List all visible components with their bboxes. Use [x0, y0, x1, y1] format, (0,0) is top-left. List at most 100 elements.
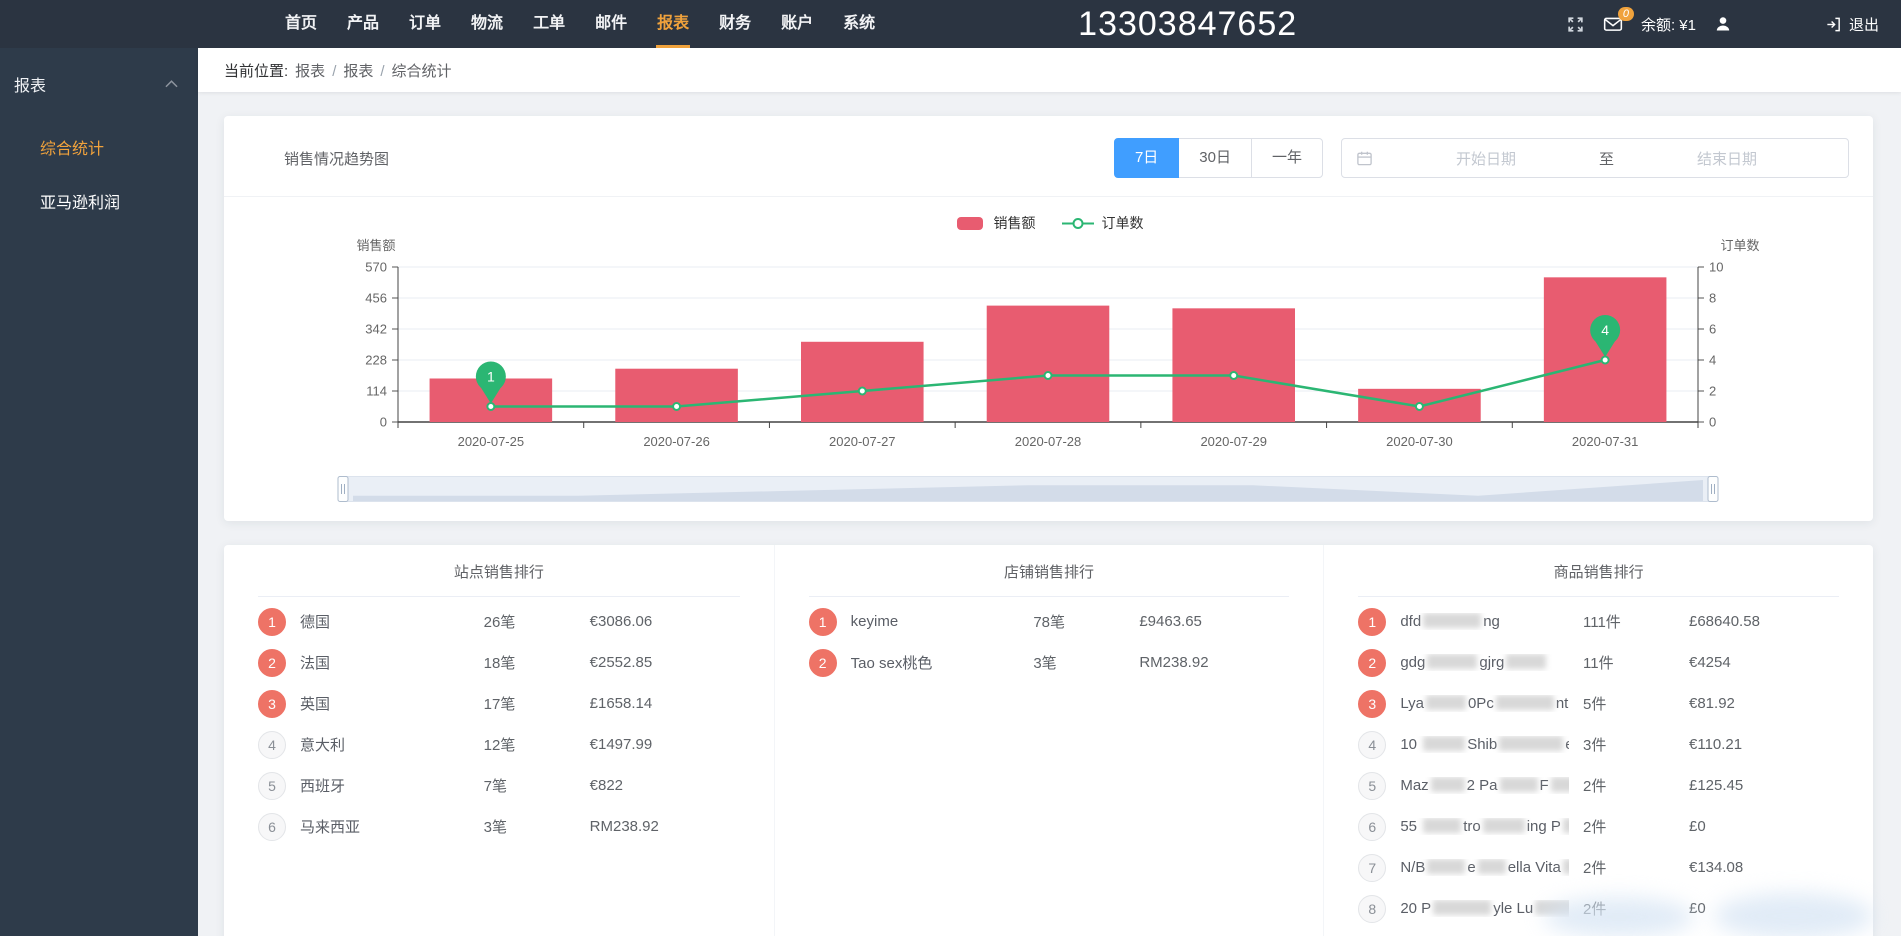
rank-item-count: 3件 [1583, 734, 1675, 755]
rank-badge: 1 [258, 608, 286, 636]
ranking-row[interactable]: 3英国17笔£1658.14 [258, 683, 740, 724]
ranking-column-1: 站点销售排行1德国26笔€3086.062法国18笔€2552.853英国17笔… [224, 545, 774, 936]
rank-item-name: dfdng [1400, 613, 1569, 630]
svg-text:2020-07-30: 2020-07-30 [1386, 434, 1453, 449]
ranking-row[interactable]: 9 [1358, 929, 1839, 936]
calendar-icon [1356, 150, 1373, 167]
rank-item-amount: £1658.14 [590, 695, 740, 712]
ranking-row[interactable]: 1keyime78笔£9463.65 [809, 601, 1290, 642]
orders-point-2020-07-27[interactable] [859, 388, 866, 395]
svg-text:2020-07-26: 2020-07-26 [643, 434, 710, 449]
ranking-row[interactable]: 4意大利12笔€1497.99 [258, 724, 740, 765]
sidebar-item-2[interactable]: 亚马逊利润 [0, 174, 198, 228]
bar-2020-07-26[interactable] [615, 369, 738, 422]
bar-2020-07-27[interactable] [801, 342, 924, 422]
sidebar-group-reports[interactable]: 报表 [0, 48, 198, 120]
rank-item-amount: €110.21 [1689, 736, 1839, 753]
range-button-1[interactable]: 7日 [1114, 138, 1179, 178]
svg-text:570: 570 [365, 260, 387, 275]
ranking-row[interactable]: 820 Pyle Lu2件£0 [1358, 888, 1839, 929]
rank-item-name: gdggjrg [1400, 654, 1569, 671]
ranking-row[interactable]: 3Lya0Pcnt De…5件€81.92 [1358, 683, 1839, 724]
ranking-row[interactable]: 7N/Beella Vita2件€134.08 [1358, 847, 1839, 888]
ranking-row[interactable]: 5Maz2 PaF…2件£125.45 [1358, 765, 1839, 806]
orders-point-2020-07-25[interactable] [487, 403, 494, 410]
redacted-text [1499, 736, 1563, 751]
rank-item-count: 2件 [1583, 857, 1675, 878]
menu-item-5[interactable]: 工单 [518, 0, 580, 48]
sidebar-item-1[interactable]: 综合统计 [0, 120, 198, 174]
legend-item-1[interactable]: 销售额 [954, 213, 1036, 233]
bar-2020-07-29[interactable] [1172, 308, 1295, 422]
logout-icon [1825, 16, 1842, 33]
rank-badge: 6 [258, 813, 286, 841]
menu-item-1[interactable]: 首页 [270, 0, 332, 48]
fullscreen-icon [1566, 15, 1585, 34]
sidebar-group-label: 报表 [14, 72, 46, 96]
rank-item-name: N/Beella Vita [1400, 859, 1569, 876]
breadcrumb-item-3[interactable]: 综合统计 [392, 63, 452, 80]
fullscreen-button[interactable] [1566, 15, 1585, 34]
orders-point-2020-07-30[interactable] [1416, 403, 1423, 410]
user-avatar-button[interactable] [1714, 15, 1732, 33]
slider-handle-right[interactable] [1708, 477, 1718, 502]
menu-item-9[interactable]: 账户 [766, 0, 828, 48]
rank-item-count: 12笔 [484, 734, 576, 755]
legend-bar-swatch [954, 216, 986, 231]
orders-point-2020-07-29[interactable] [1230, 372, 1237, 379]
ranking-row[interactable]: 5西班牙7笔€822 [258, 765, 740, 806]
breadcrumb-items: 报表/报表/综合统计 [288, 60, 458, 81]
end-date-input[interactable]: 结束日期 [1620, 148, 1834, 169]
ranking-row[interactable]: 410 Shiber …3件€110.21 [1358, 724, 1839, 765]
redacted-text [1427, 859, 1465, 874]
menu-item-3[interactable]: 订单 [394, 0, 456, 48]
ranking-row[interactable]: 2gdggjrg11件€4254 [1358, 642, 1839, 683]
bar-2020-07-28[interactable] [987, 306, 1110, 422]
ranking-row[interactable]: 2Tao sex桃色3笔RM238.92 [809, 642, 1290, 683]
sales-trend-card: 销售情况趋势图 7日30日一年 开始日期 至 结束日期 销售额订单数 01142… [224, 116, 1873, 521]
range-button-2[interactable]: 30日 [1178, 138, 1252, 178]
slider-handle-left[interactable] [338, 477, 348, 502]
menu-item-10[interactable]: 系统 [828, 0, 890, 48]
ranking-row[interactable]: 1dfdng111件£68640.58 [1358, 601, 1839, 642]
redacted-text [1423, 818, 1461, 833]
datazoom-slider[interactable] [248, 475, 1848, 505]
main-menu: 首页产品订单物流工单邮件报表财务账户系统 [270, 0, 890, 48]
rank-item-name: 10 Shiber … [1400, 736, 1569, 753]
svg-text:2020-07-25: 2020-07-25 [458, 434, 525, 449]
mail-button[interactable]: 0 [1603, 15, 1623, 33]
range-button-3[interactable]: 一年 [1251, 138, 1323, 178]
redacted-text [1563, 859, 1569, 874]
menu-item-8[interactable]: 财务 [704, 0, 766, 48]
ranking-row[interactable]: 1德国26笔€3086.06 [258, 601, 740, 642]
menu-item-7[interactable]: 报表 [642, 0, 704, 48]
rank-item-name: keyime [851, 613, 1020, 630]
rank-badge: 3 [258, 690, 286, 718]
orders-point-2020-07-28[interactable] [1045, 372, 1052, 379]
redacted-text [1496, 695, 1554, 710]
legend-line-swatch [1062, 216, 1094, 231]
logout-button[interactable]: 退出 [1825, 14, 1879, 35]
svg-text:2020-07-27: 2020-07-27 [829, 434, 896, 449]
rank-item-name: 意大利 [300, 734, 470, 755]
breadcrumb-item-1[interactable]: 报表 [295, 63, 325, 80]
navbar-right: 0 余额: ¥1 退出 [1566, 14, 1901, 35]
legend-item-2[interactable]: 订单数 [1062, 213, 1144, 233]
date-range-picker[interactable]: 开始日期 至 结束日期 [1341, 138, 1849, 178]
menu-item-2[interactable]: 产品 [332, 0, 394, 48]
chevron-up-icon [165, 80, 178, 88]
rank-badge: 2 [809, 649, 837, 677]
menu-item-6[interactable]: 邮件 [580, 0, 642, 48]
ranking-row[interactable]: 655 troing P2件£0 [1358, 806, 1839, 847]
main-content: 当前位置: 报表/报表/综合统计 销售情况趋势图 7日30日一年 开始日期 至 … [198, 48, 1901, 936]
ranking-row[interactable]: 2法国18笔€2552.85 [258, 642, 740, 683]
breadcrumb-item-2[interactable]: 报表 [343, 63, 373, 80]
rank-item-count: 2件 [1583, 816, 1675, 837]
orders-point-2020-07-31[interactable] [1602, 357, 1609, 364]
start-date-input[interactable]: 开始日期 [1379, 148, 1593, 169]
menu-item-4[interactable]: 物流 [456, 0, 518, 48]
ranking-column-2: 店铺销售排行1keyime78笔£9463.652Tao sex桃色3笔RM23… [774, 545, 1324, 936]
orders-point-2020-07-26[interactable] [673, 403, 680, 410]
ranking-row[interactable]: 6马来西亚3笔RM238.92 [258, 806, 740, 847]
redacted-text [1506, 654, 1546, 669]
